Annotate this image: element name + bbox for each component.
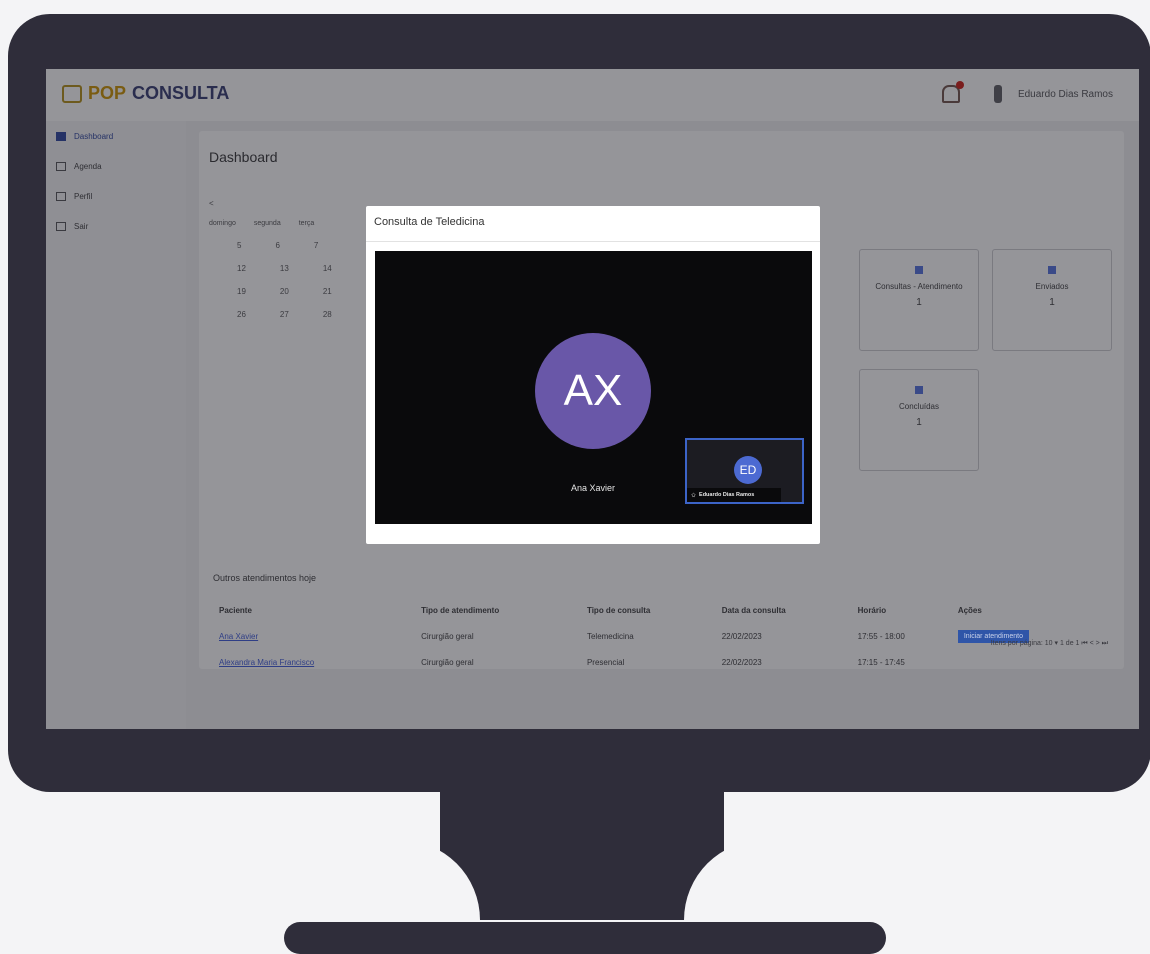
stat-label: Enviados (1035, 282, 1069, 291)
weekday: segunda (253, 220, 281, 227)
calendar-day[interactable]: 20 (280, 287, 289, 296)
self-name-bar: ✩ Eduardo Dias Ramos (687, 488, 781, 502)
telemedicine-modal: Consulta de Teledicina AX Ana Xavier ED … (366, 206, 820, 544)
stat-value: 1 (916, 417, 922, 428)
calendar-day[interactable]: 5 (237, 241, 241, 250)
sidebar-item-agenda[interactable]: Agenda (46, 151, 186, 181)
table-header-row: Paciente Tipo de atendimento Tipo de con… (219, 597, 1109, 623)
calendar-day[interactable]: 27 (280, 310, 289, 319)
table-cell: Cirurgião geral (421, 657, 474, 667)
weekday: domingo (209, 220, 236, 227)
stat-value: 1 (1049, 297, 1055, 308)
paginator[interactable]: Itens por página: 10 ▾ 1 de 1 ⏮ < > ⏭ (991, 639, 1108, 648)
sidebar-item-sair[interactable]: Sair (46, 211, 186, 241)
logo-consulta-text: CONSULTA (132, 83, 230, 103)
monitor-stand-neck (440, 790, 724, 920)
calendar-day[interactable]: 14 (323, 264, 332, 273)
remote-participant-name: Ana Xavier (571, 483, 616, 493)
check-icon (915, 386, 923, 394)
stat-icon (1048, 266, 1056, 274)
column-header: Horário (857, 605, 887, 615)
column-header: Data da consulta (721, 605, 786, 615)
app-header: POP CONSULTA Eduardo Dias Ramos (46, 69, 1139, 121)
calendar-week: 5 6 7 (237, 241, 369, 250)
sidebar-item-label: Agenda (74, 161, 102, 171)
user-icon (56, 191, 66, 201)
patient-link[interactable]: Ana Xavier (219, 632, 258, 641)
column-header: Tipo de atendimento (421, 605, 500, 615)
calendar-day[interactable]: 19 (237, 287, 246, 296)
modal-divider (366, 241, 820, 242)
notification-bell-icon[interactable] (941, 81, 964, 103)
self-view-tile[interactable]: ED ✩ Eduardo Dias Ramos (685, 438, 804, 504)
monitor-stand-base (284, 922, 886, 954)
logo-icon (62, 84, 82, 103)
stat-icon (915, 266, 923, 274)
sidebar-item-label: Sair (74, 221, 89, 231)
weekday: terça (298, 220, 315, 227)
self-participant-name: Eduardo Dias Ramos (699, 492, 755, 498)
stat-card-atendimento[interactable]: Consultas - Atendimento 1 (859, 249, 979, 351)
page-title: Dashboard (209, 149, 278, 165)
calendar-prev-button[interactable]: < (209, 199, 369, 208)
self-avatar: ED (734, 456, 762, 484)
modal-title: Consulta de Teledicina (374, 216, 485, 228)
appointments-table: Paciente Tipo de atendimento Tipo de con… (219, 597, 1109, 675)
stat-label: Concluídas (898, 402, 940, 411)
calendar: < domingo segunda terça 5 6 7 12 13 14 1… (209, 199, 369, 333)
table-title: Outros atendimentos hoje (213, 573, 317, 583)
calendar-day[interactable]: 6 (275, 241, 279, 250)
table-cell: 22/02/2023 (721, 631, 762, 641)
user-icon[interactable] (993, 85, 1002, 103)
table-cell: 17:55 - 18:00 (857, 631, 905, 641)
calendar-icon (56, 161, 66, 171)
calendar-week: 26 27 28 (237, 310, 369, 319)
calendar-weekdays: domingo segunda terça (209, 220, 369, 227)
sidebar-item-label: Perfil (74, 191, 93, 201)
table-row: Ana Xavier Cirurgião geral Telemedicina … (219, 623, 1109, 649)
logout-icon (56, 221, 66, 231)
calendar-day[interactable]: 13 (280, 264, 289, 273)
sidebar-item-perfil[interactable]: Perfil (46, 181, 186, 211)
column-header: Tipo de consulta (586, 605, 651, 615)
stat-label: Consultas - Atendimento (875, 282, 963, 291)
sidebar-item-dashboard[interactable]: Dashboard (46, 121, 186, 151)
column-header: Ações (957, 605, 982, 615)
calendar-day[interactable]: 21 (323, 287, 332, 296)
column-header: Paciente (219, 605, 252, 615)
table-cell: Cirurgião geral (421, 631, 474, 641)
table-cell: Presencial (586, 657, 625, 667)
remote-avatar: AX (535, 333, 651, 449)
table-cell: 22/02/2023 (721, 657, 762, 667)
star-icon: ✩ (691, 492, 697, 499)
calendar-day[interactable]: 12 (237, 264, 246, 273)
stat-card-concluidas[interactable]: Concluídas 1 (859, 369, 979, 471)
screen: POP CONSULTA Eduardo Dias Ramos Dashboar… (46, 69, 1139, 729)
stat-value: 1 (916, 297, 922, 308)
stat-card-enviados[interactable]: Enviados 1 (992, 249, 1112, 351)
table-row: Alexandra Maria Francisco Cirurgião gera… (219, 649, 1109, 675)
user-name[interactable]: Eduardo Dias Ramos (1018, 89, 1113, 100)
table-cell: 17:15 - 17:45 (857, 657, 905, 667)
calendar-day[interactable]: 7 (314, 241, 318, 250)
calendar-day[interactable]: 26 (237, 310, 246, 319)
logo-pop-text: POP (88, 83, 127, 103)
sidebar-item-label: Dashboard (74, 131, 114, 141)
table-cell (958, 649, 1109, 675)
table-cell: Telemedicina (586, 631, 634, 641)
calendar-day[interactable]: 28 (323, 310, 332, 319)
sidebar: Dashboard Agenda Perfil Sair (46, 121, 186, 729)
patient-link[interactable]: Alexandra Maria Francisco (219, 658, 314, 667)
logo[interactable]: POP CONSULTA (62, 83, 229, 104)
chart-icon (56, 131, 66, 141)
video-area: AX Ana Xavier ED ✩ Eduardo Dias Ramos (375, 251, 812, 524)
header-right: Eduardo Dias Ramos (941, 81, 1113, 103)
calendar-week: 19 20 21 (237, 287, 369, 296)
calendar-week: 12 13 14 (237, 264, 369, 273)
monitor-frame: POP CONSULTA Eduardo Dias Ramos Dashboar… (8, 14, 1150, 792)
